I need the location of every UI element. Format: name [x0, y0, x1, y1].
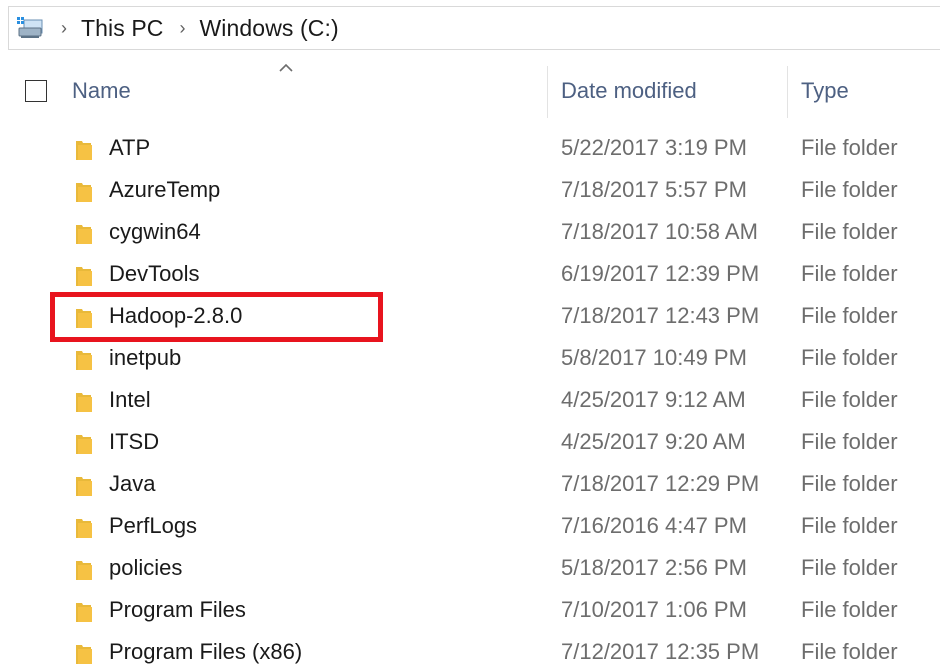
file-type: File folder: [801, 303, 898, 328]
file-type: File folder: [801, 555, 898, 580]
folder-icon: [76, 393, 92, 412]
chevron-right-icon[interactable]: ›: [61, 19, 67, 37]
file-type: File folder: [801, 639, 898, 664]
file-type: File folder: [801, 387, 898, 412]
column-header-row: Name Date modified Type: [0, 63, 940, 120]
list-item[interactable]: Program Files 7/10/2017 1:06 PM File fol…: [0, 591, 940, 633]
folder-icon: [76, 519, 92, 538]
column-header-type[interactable]: Type: [801, 78, 849, 104]
select-all-checkbox[interactable]: [25, 80, 47, 102]
file-date-modified: 7/18/2017 5:57 PM: [561, 177, 747, 202]
list-item[interactable]: inetpub 5/8/2017 10:49 PM File folder: [0, 339, 940, 381]
file-date-modified: 7/18/2017 10:58 AM: [561, 219, 758, 244]
file-explorer-window: › This PC › Windows (C:) Name Date modif…: [0, 0, 940, 668]
folder-icon: [76, 309, 92, 328]
list-item[interactable]: ITSD 4/25/2017 9:20 AM File folder: [0, 423, 940, 465]
file-type: File folder: [801, 597, 898, 622]
folder-icon: [76, 267, 92, 286]
folder-icon: [76, 183, 92, 202]
column-header-date-modified[interactable]: Date modified: [561, 78, 697, 104]
file-name: Program Files (x86): [109, 639, 303, 664]
file-type: File folder: [801, 261, 898, 286]
column-divider[interactable]: [547, 66, 548, 118]
file-date-modified: 7/10/2017 1:06 PM: [561, 597, 747, 622]
list-item[interactable]: DevTools 6/19/2017 12:39 PM File folder: [0, 255, 940, 297]
breadcrumb-this-pc[interactable]: This PC: [81, 15, 164, 42]
list-item[interactable]: Intel 4/25/2017 9:12 AM File folder: [0, 381, 940, 423]
file-name: inetpub: [109, 345, 182, 370]
list-item[interactable]: Program Files (x86) 7/12/2017 12:35 PM F…: [0, 633, 940, 668]
file-date-modified: 5/18/2017 2:56 PM: [561, 555, 747, 580]
file-type: File folder: [801, 219, 898, 244]
folder-icon: [76, 603, 92, 622]
list-item[interactable]: Java 7/18/2017 12:29 PM File folder: [0, 465, 940, 507]
file-date-modified: 7/18/2017 12:43 PM: [561, 303, 760, 328]
sort-ascending-icon: [279, 63, 293, 72]
chevron-right-icon[interactable]: ›: [180, 19, 186, 37]
folder-icon: [76, 645, 92, 664]
file-type: File folder: [801, 513, 898, 538]
address-bar[interactable]: › This PC › Windows (C:): [8, 6, 940, 50]
folder-icon: [76, 141, 92, 160]
file-date-modified: 4/25/2017 9:20 AM: [561, 429, 746, 454]
folder-icon: [76, 561, 92, 580]
file-name: DevTools: [109, 261, 200, 286]
folder-icon: [76, 225, 92, 244]
file-date-modified: 5/22/2017 3:19 PM: [561, 135, 747, 160]
folder-icon: [76, 435, 92, 454]
file-type: File folder: [801, 177, 898, 202]
file-name: Program Files: [109, 597, 246, 622]
list-item[interactable]: AzureTemp 7/18/2017 5:57 PM File folder: [0, 171, 940, 213]
list-item[interactable]: policies 5/18/2017 2:56 PM File folder: [0, 549, 940, 591]
file-date-modified: 7/18/2017 12:29 PM: [561, 471, 760, 496]
file-date-modified: 6/19/2017 12:39 PM: [561, 261, 760, 286]
file-type: File folder: [801, 429, 898, 454]
breadcrumb-windows-c[interactable]: Windows (C:): [200, 15, 339, 42]
list-item[interactable]: PerfLogs 7/16/2016 4:47 PM File folder: [0, 507, 940, 549]
list-item[interactable]: cygwin64 7/18/2017 10:58 AM File folder: [0, 213, 940, 255]
column-header-name[interactable]: Name: [72, 78, 131, 104]
file-name: Intel: [109, 387, 151, 412]
list-item[interactable]: ATP 5/22/2017 3:19 PM File folder: [0, 129, 940, 171]
file-name: AzureTemp: [109, 177, 221, 202]
file-type: File folder: [801, 471, 898, 496]
file-date-modified: 7/16/2016 4:47 PM: [561, 513, 747, 538]
file-name: PerfLogs: [109, 513, 198, 538]
file-date-modified: 5/8/2017 10:49 PM: [561, 345, 747, 370]
file-date-modified: 4/25/2017 9:12 AM: [561, 387, 746, 412]
column-divider[interactable]: [787, 66, 788, 118]
file-name: Hadoop-2.8.0: [109, 303, 243, 328]
file-type: File folder: [801, 135, 898, 160]
list-item[interactable]: Hadoop-2.8.0 7/18/2017 12:43 PM File fol…: [0, 297, 940, 339]
file-name: cygwin64: [109, 219, 201, 244]
file-name: ITSD: [109, 429, 160, 454]
file-name: ATP: [109, 135, 151, 160]
file-list: ATP 5/22/2017 3:19 PM File folder AzureT…: [0, 129, 940, 668]
file-name: policies: [109, 555, 183, 580]
file-date-modified: 7/12/2017 12:35 PM: [561, 639, 760, 664]
folder-icon: [76, 351, 92, 370]
file-name: Java: [109, 471, 156, 496]
this-pc-icon[interactable]: [15, 16, 45, 40]
file-type: File folder: [801, 345, 898, 370]
folder-icon: [76, 477, 92, 496]
